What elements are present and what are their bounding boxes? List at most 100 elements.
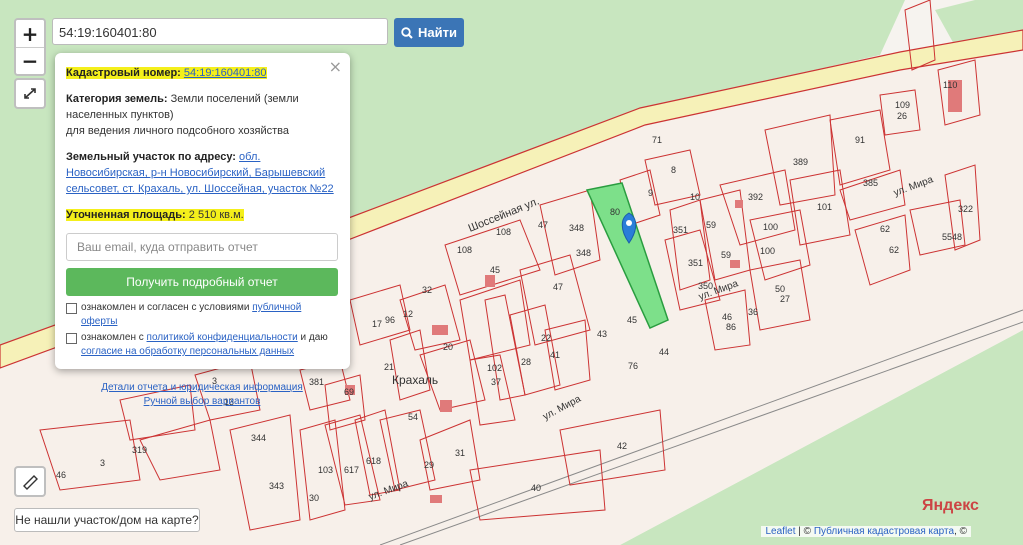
popup-links: Детали отчета и юридическая информация Р… bbox=[66, 381, 338, 409]
parcel-number-label: 42 bbox=[617, 441, 627, 451]
parcel-number-label: 37 bbox=[491, 377, 501, 387]
address-label: Земельный участок по адресу: bbox=[66, 151, 236, 163]
parcel-number-label: 45 bbox=[627, 315, 637, 325]
attribution-sep: | © bbox=[795, 526, 814, 537]
parcel-number-label: 96 bbox=[385, 315, 395, 325]
parcel-number-label: 76 bbox=[628, 361, 638, 371]
privacy-text: ознакомлен с bbox=[81, 332, 147, 343]
parcel-number-label: 100 bbox=[760, 246, 775, 256]
parcel-number-label: 46 bbox=[722, 312, 732, 322]
parcel-number-label: 392 bbox=[748, 192, 763, 202]
parcel-number-label: 8 bbox=[671, 165, 676, 175]
parcel-number-label: 27 bbox=[780, 294, 790, 304]
get-report-button[interactable]: Получить подробный отчет bbox=[66, 268, 338, 296]
parcel-number-label: 46 bbox=[56, 470, 66, 480]
parcel-number-label: 47 bbox=[553, 282, 563, 292]
parcel-number-label: 351 bbox=[673, 225, 688, 235]
parcel-number-label: 86 bbox=[726, 322, 736, 332]
zoom-out-button[interactable]: − bbox=[16, 47, 44, 74]
parcel-number-label: 43 bbox=[597, 329, 607, 339]
parcel-number-label: 100 bbox=[763, 222, 778, 232]
parcel-number-label: 344 bbox=[251, 433, 266, 443]
area-value: 2 510 кв.м. bbox=[188, 209, 244, 221]
parcel-number-label: 618 bbox=[366, 456, 381, 466]
ruler-icon bbox=[23, 475, 38, 490]
parcel-number-label: 351 bbox=[688, 258, 703, 268]
source-link[interactable]: Публичная кадастровая карта bbox=[814, 526, 954, 537]
cadastral-row: Кадастровый номер: 54:19:160401:80 bbox=[66, 67, 267, 79]
parcel-number-label: 29 bbox=[424, 460, 434, 470]
find-button[interactable]: Найти bbox=[394, 18, 464, 47]
parcel-number-label: 22 bbox=[541, 333, 551, 343]
attribution: Leaflet | © Публичная кадастровая карта,… bbox=[761, 526, 971, 537]
parcel-number-label: 322 bbox=[958, 204, 973, 214]
privacy-link[interactable]: политикой конфиденциальности bbox=[147, 332, 298, 343]
parcel-number-label: 54 bbox=[408, 412, 418, 422]
search-input[interactable]: 54:19:160401:80 bbox=[52, 18, 388, 45]
expand-icon bbox=[24, 88, 36, 99]
parcel-number-label: 91 bbox=[855, 135, 865, 145]
parcel-number-label: 617 bbox=[344, 465, 359, 475]
parcel-number-label: 80 bbox=[610, 207, 620, 217]
leaflet-link[interactable]: Leaflet bbox=[765, 526, 795, 537]
parcel-info-popup: × Кадастровый номер: 54:19:160401:80 Кат… bbox=[55, 53, 350, 407]
parcel-number-label: 21 bbox=[384, 362, 394, 372]
privacy-mid: и даю bbox=[297, 332, 328, 343]
parcel-number-label: 348 bbox=[569, 223, 584, 233]
yandex-logo: Яндекс bbox=[922, 497, 979, 514]
parcel-number-label: 101 bbox=[817, 202, 832, 212]
parcel-number-label: 109 bbox=[895, 100, 910, 110]
offer-checkbox-row: ознакомлен и согласен с условиями публич… bbox=[66, 301, 338, 329]
parcel-number-label: 12 bbox=[403, 309, 413, 319]
offer-checkbox[interactable] bbox=[66, 303, 77, 314]
parcel-number-label: 102 bbox=[487, 363, 502, 373]
town-label: Крахаль bbox=[392, 373, 438, 387]
parcel-number-label: 385 bbox=[863, 178, 878, 188]
parcel-number-label: 71 bbox=[652, 135, 662, 145]
consent-link[interactable]: согласие на обработку персональных данны… bbox=[81, 346, 294, 357]
parcel-number-label: 108 bbox=[496, 227, 511, 237]
parcel-number-label: 45 bbox=[490, 265, 500, 275]
search-icon bbox=[401, 26, 413, 39]
area-row: Уточненная площадь: 2 510 кв.м. bbox=[66, 209, 244, 221]
not-found-button[interactable]: Не нашли участок/дом на карте? bbox=[14, 508, 200, 532]
parcel-number-label: 108 bbox=[457, 245, 472, 255]
parcel-number-label: 348 bbox=[576, 248, 591, 258]
parcel-number-label: 50 bbox=[775, 284, 785, 294]
parcel-number-label: 28 bbox=[521, 357, 531, 367]
parcel-number-label: 62 bbox=[880, 224, 890, 234]
cadastral-link[interactable]: 54:19:160401:80 bbox=[184, 67, 267, 79]
parcel-number-label: 32 bbox=[422, 285, 432, 295]
parcel-number-label: 30 bbox=[309, 493, 319, 503]
fullscreen-button[interactable] bbox=[14, 78, 46, 109]
cadastral-label: Кадастровый номер: bbox=[66, 67, 181, 79]
parcel-number-label: 31 bbox=[455, 448, 465, 458]
attribution-tail: , © bbox=[954, 526, 967, 537]
parcel-number-label: 17 bbox=[372, 319, 382, 329]
parcel-number-label: 350 bbox=[698, 281, 713, 291]
zoom-in-button[interactable]: + bbox=[16, 20, 44, 47]
parcel-number-label: 26 bbox=[897, 111, 907, 121]
parcel-number-label: 69 bbox=[344, 387, 354, 397]
parcel-number-label: 389 bbox=[793, 157, 808, 167]
parcel-number-label: 59 bbox=[721, 250, 731, 260]
privacy-checkbox-row: ознакомлен с политикой конфиденциальност… bbox=[66, 331, 338, 359]
zoom-control: + − bbox=[14, 18, 46, 76]
parcel-number-label: 44 bbox=[659, 347, 669, 357]
category-use: для ведения личного подсобного хозяйства bbox=[66, 125, 289, 137]
manual-select-link[interactable]: Ручной выбор вариантов bbox=[144, 396, 261, 407]
parcel-number-label: 41 bbox=[550, 350, 560, 360]
parcel-number-label: 110 bbox=[943, 80, 957, 90]
parcel-number-label: 9 bbox=[648, 188, 653, 198]
offer-text: ознакомлен и согласен с условиями bbox=[81, 302, 253, 313]
parcel-number-label: 103 bbox=[318, 465, 333, 475]
parcel-number-label: 20 bbox=[443, 342, 453, 352]
privacy-checkbox[interactable] bbox=[66, 333, 77, 344]
category-label: Категория земель: bbox=[66, 93, 168, 105]
parcel-number-label: 40 bbox=[531, 483, 541, 493]
parcel-number-label: 343 bbox=[269, 481, 284, 491]
details-link[interactable]: Детали отчета и юридическая информация bbox=[101, 382, 303, 393]
measure-button[interactable] bbox=[14, 466, 46, 497]
close-icon[interactable]: × bbox=[329, 57, 342, 76]
email-field[interactable]: Ваш email, куда отправить отчет bbox=[66, 233, 338, 261]
